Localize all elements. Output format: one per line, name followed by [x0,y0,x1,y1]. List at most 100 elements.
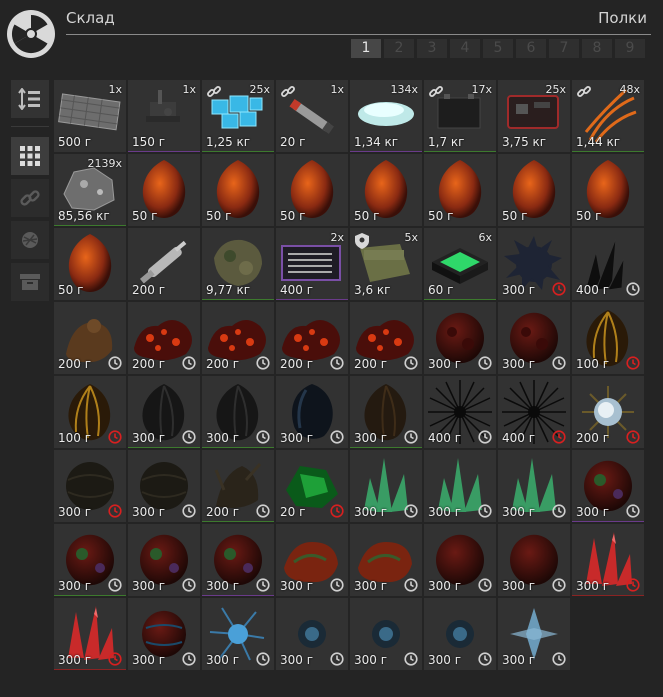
inventory-slot[interactable]: 400 г [424,376,496,448]
item-weight: 20 г [280,505,306,519]
inventory-slot[interactable]: 50 г [498,154,570,226]
page-tab-6[interactable]: 6 [516,39,546,58]
item-weight: 300 г [502,283,536,297]
inventory-slot[interactable]: 48x 1,44 кг [572,80,644,152]
inventory-slot[interactable]: 200 г [54,302,126,374]
inventory-slot[interactable]: 17x 1,7 кг [424,80,496,152]
page-tab-1[interactable]: 1 [351,39,381,58]
timer-icon [478,430,492,444]
page-tab-4[interactable]: 4 [450,39,480,58]
inventory-slot[interactable]: 20 г [276,450,348,522]
inventory-slot[interactable]: 300 г [54,450,126,522]
page-tab-7[interactable]: 7 [549,39,579,58]
inventory-slot[interactable]: 300 г [424,302,496,374]
inventory-slot[interactable]: 300 г [202,598,274,670]
inventory-slot[interactable]: 200 г [276,302,348,374]
inventory-slot[interactable]: 200 г [128,302,200,374]
inventory-slot[interactable]: 300 г [276,376,348,448]
inventory-slot[interactable]: 300 г [350,524,422,596]
shelves-link[interactable]: Полки [598,9,647,27]
item-weight: 300 г [206,431,240,445]
inventory-slot[interactable]: 300 г [424,450,496,522]
inventory-slot[interactable]: 300 г [572,524,644,596]
radiation-logo-icon [7,10,55,58]
inventory-slot[interactable]: 50 г [202,154,274,226]
inventory-slot[interactable]: 100 г [572,302,644,374]
timer-icon [330,652,344,666]
timer-icon [182,356,196,370]
inventory-slot[interactable]: 300 г [498,228,570,300]
inventory-slot[interactable]: 50 г [54,228,126,300]
inventory-slot[interactable]: 300 г [128,376,200,448]
inventory-slot[interactable]: 300 г [54,598,126,670]
rarity-underline [202,595,274,596]
item-weight: 3,75 кг [502,135,547,149]
inventory-slot[interactable]: 300 г [498,302,570,374]
page-tab-8[interactable]: 8 [582,39,612,58]
inventory-slot[interactable]: 50 г [128,154,200,226]
item-weight: 300 г [58,653,92,667]
inventory-slot[interactable]: 1x 500 г [54,80,126,152]
inventory-slot[interactable]: 9,77 кг [202,228,274,300]
inventory-slot[interactable]: 300 г [350,598,422,670]
inventory-slot[interactable]: 100 г [54,376,126,448]
inventory-slot[interactable]: 2x 400 г [276,228,348,300]
inventory-slot[interactable]: 300 г [498,524,570,596]
inventory-slot[interactable]: 300 г [128,598,200,670]
inventory-slot[interactable]: 300 г [498,450,570,522]
inventory-slot[interactable]: 200 г [350,302,422,374]
page-tab-2[interactable]: 2 [384,39,414,58]
item-weight: 50 г [280,209,306,223]
inventory-slot[interactable]: 200 г [128,228,200,300]
inventory-slot[interactable]: 1x 150 г [128,80,200,152]
item-weight: 200 г [576,431,610,445]
inventory-slot[interactable]: 50 г [424,154,496,226]
item-quantity: 1x [330,83,344,96]
inventory-slot[interactable]: 200 г [202,450,274,522]
inventory-slot[interactable]: 50 г [350,154,422,226]
inventory-slot[interactable]: 400 г [572,228,644,300]
inventory-slot[interactable]: 200 г [572,376,644,448]
grid-view-button[interactable] [11,137,49,175]
inventory-slot[interactable]: 300 г [350,376,422,448]
inventory-slot[interactable]: 300 г [128,450,200,522]
item-weight: 200 г [206,357,240,371]
item-weight: 400 г [428,431,462,445]
inventory-slot[interactable]: 300 г [276,524,348,596]
sort-button[interactable] [11,80,49,118]
inventory-slot[interactable]: 300 г [424,598,496,670]
inventory-slot[interactable]: 6x 60 г [424,228,496,300]
inventory-slot[interactable]: 400 г [498,376,570,448]
timer-icon [256,578,270,592]
page-tab-5[interactable]: 5 [483,39,513,58]
inventory-slot[interactable]: 300 г [202,376,274,448]
item-weight: 200 г [132,283,166,297]
inventory-slot[interactable]: 25x 3,75 кг [498,80,570,152]
inventory-slot[interactable]: 300 г [572,450,644,522]
inventory-slot[interactable]: 300 г [54,524,126,596]
archive-button[interactable] [11,263,49,301]
inventory-slot[interactable]: 50 г [276,154,348,226]
linked-filter-button[interactable] [11,179,49,217]
inventory-slot[interactable]: 1x 20 г [276,80,348,152]
item-weight: 300 г [502,653,536,667]
inventory-slot[interactable]: 200 г [202,302,274,374]
inventory-slot[interactable]: 300 г [498,598,570,670]
inventory-slot[interactable]: 50 г [572,154,644,226]
inventory-slot[interactable]: 5x 3,6 кг [350,228,422,300]
artifact-filter-button[interactable] [11,221,49,259]
inventory-slot[interactable]: 300 г [350,450,422,522]
page-tab-3[interactable]: 3 [417,39,447,58]
inventory-slot[interactable]: 134x 1,34 кг [350,80,422,152]
inventory-slot[interactable]: 300 г [276,598,348,670]
inventory-slot[interactable]: 2139x 85,56 кг [54,154,126,226]
inventory-slot[interactable]: 300 г [424,524,496,596]
rarity-underline [202,299,274,300]
inventory-slot[interactable]: 300 г [128,524,200,596]
item-weight: 300 г [132,505,166,519]
item-weight: 200 г [280,357,314,371]
inventory-slot[interactable]: 300 г [202,524,274,596]
page-tab-9[interactable]: 9 [615,39,645,58]
inventory-slot[interactable]: 25x 1,25 кг [202,80,274,152]
artifact-icon [22,232,38,248]
